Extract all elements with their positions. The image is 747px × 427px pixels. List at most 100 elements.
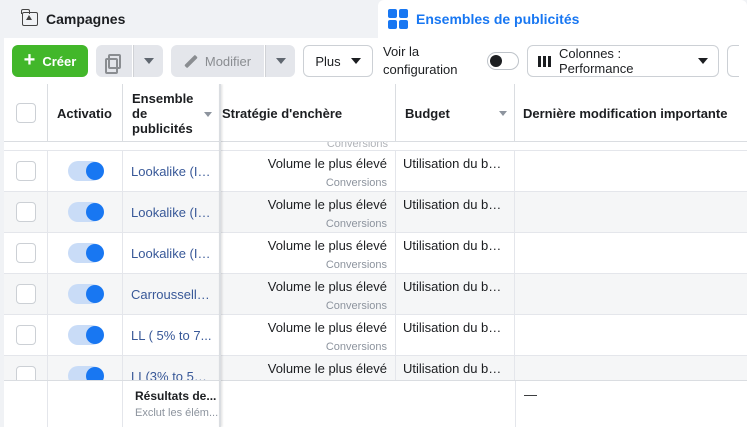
row-toggle-cell (48, 151, 123, 191)
row-checkbox-cell (4, 274, 48, 314)
preview-label-line2: configuration (383, 62, 458, 77)
header-adset-name[interactable]: Ensemble de publicités (123, 84, 220, 142)
more-button-label: Plus (315, 53, 341, 69)
footer-checkbox-spacer (4, 381, 48, 427)
footer-results-label: Résultats de... (135, 389, 217, 403)
table-row[interactable]: Lookalike (IT... Volume le plus élevé Con… (4, 233, 747, 274)
edit-dropdown-button[interactable] (265, 45, 295, 77)
toggle-knob (86, 326, 104, 344)
sort-icon[interactable] (204, 112, 212, 117)
adset-name-link[interactable]: Lookalike (IT... (123, 192, 219, 232)
adset-name: LL ( 5% to 7... (131, 327, 212, 343)
tab-campaigns[interactable]: Campagnes (0, 0, 372, 38)
budget-cell: Utilisation du bu... (396, 233, 515, 273)
budget-value: Utilisation du bu... (403, 279, 503, 294)
footer-last-change-value: — (524, 387, 537, 402)
toolbar-overflow-button[interactable] (727, 45, 739, 77)
create-button[interactable]: + Créer (12, 45, 88, 77)
create-button-label: Créer (42, 53, 77, 69)
activation-toggle[interactable] (68, 243, 104, 263)
budget-value: Utilisation du bu... (403, 361, 503, 376)
bid-strategy-cell: Volume le plus élevé Conversions (220, 233, 396, 273)
header-budget[interactable]: Budget (396, 84, 515, 142)
budget-cell: Utilisation du bu... (396, 192, 515, 232)
header-budget-label: Budget (405, 105, 450, 121)
header-activation[interactable]: Activatio (48, 84, 123, 142)
row-checkbox[interactable] (15, 284, 36, 304)
partial-row: Conversions (4, 142, 747, 151)
row-toggle-cell (48, 192, 123, 232)
table-row[interactable]: Carrousselle... Volume le plus élevé Conv… (4, 274, 747, 315)
bid-strategy-value: Volume le plus élevé (267, 197, 387, 212)
row-toggle-cell (48, 233, 123, 273)
sort-icon[interactable] (499, 111, 507, 116)
preview-setup-toggle[interactable] (487, 52, 519, 70)
row-checkbox[interactable] (15, 161, 36, 181)
more-button[interactable]: Plus (303, 45, 373, 77)
bid-strategy-value: Volume le plus élevé (267, 238, 387, 253)
edit-button[interactable]: Modifier (171, 45, 264, 77)
preview-setup-label: Voir la configuration (383, 43, 475, 79)
activation-toggle[interactable] (68, 161, 104, 181)
pencil-icon (184, 55, 197, 68)
select-all-checkbox[interactable] (15, 103, 36, 123)
adset-name: Lookalike (IT... (131, 245, 213, 261)
columns-dropdown-label: Colonnes : Performance (559, 46, 634, 76)
activation-toggle[interactable] (68, 284, 104, 304)
table-row[interactable]: Lookalike (IT... Volume le plus élevé Con… (4, 151, 747, 192)
frozen-column-divider[interactable] (219, 84, 221, 427)
toggle-knob (490, 55, 502, 67)
row-toggle-cell (48, 315, 123, 355)
duplicate-button[interactable] (96, 45, 132, 77)
row-checkbox[interactable] (15, 325, 36, 345)
adsets-table: Activatio Ensemble de publicités Stratég… (4, 84, 747, 427)
folder-icon (21, 9, 38, 26)
toggle-knob (86, 162, 104, 180)
toggle-knob (86, 203, 104, 221)
columns-icon (538, 55, 551, 67)
header-activation-label: Activatio (57, 105, 112, 121)
tab-campaigns-label: Campagnes (46, 11, 126, 27)
bid-strategy-cell: Volume le plus élevé Conversions (220, 315, 396, 355)
adset-name: Carrousselle... (131, 286, 213, 302)
toggle-knob (86, 285, 104, 303)
table-row[interactable]: Lookalike (IT... Volume le plus élevé Con… (4, 192, 747, 233)
bid-strategy-sub: Conversions (325, 259, 387, 271)
plus-icon: + (23, 49, 36, 71)
adset-name-link[interactable]: Lookalike (IT... (123, 233, 219, 273)
bid-strategy-cell: Volume le plus élevé Conversions (220, 192, 396, 232)
budget-value: Utilisation du bu... (403, 320, 503, 335)
columns-dropdown[interactable]: Colonnes : Performance (527, 45, 719, 77)
footer-excluded-label: Exclut les élém... (135, 407, 219, 419)
row-checkbox[interactable] (15, 243, 36, 263)
adset-name-link[interactable]: Lookalike (IT... (123, 151, 219, 191)
bid-strategy-sub: Conversions (325, 300, 387, 312)
edit-button-label: Modifier (204, 53, 252, 69)
activation-toggle[interactable] (68, 202, 104, 222)
activation-toggle[interactable] (68, 325, 104, 345)
tab-adsets-label: Ensembles de publicités (416, 11, 580, 27)
budget-value: Utilisation du bu... (403, 238, 503, 253)
adset-name: Lookalike (IT... (131, 163, 213, 179)
row-checkbox[interactable] (15, 202, 36, 222)
bid-strategy-cell: Volume le plus élevé Conversions (220, 274, 396, 314)
chevron-down-icon (350, 58, 361, 64)
grid-icon (388, 9, 408, 29)
budget-value: Utilisation du bu... (403, 197, 503, 212)
table-row[interactable]: LL ( 5% to 7... Volume le plus élevé Conv… (4, 315, 747, 356)
tab-adsets[interactable]: Ensembles de publicités (378, 0, 747, 38)
chevron-down-icon (143, 58, 154, 64)
adset-name-link[interactable]: LL ( 5% to 7... (123, 315, 219, 355)
partial-row-strategy-sub: Conversions (326, 142, 388, 150)
budget-cell: Utilisation du bu... (396, 151, 515, 191)
duplicate-dropdown-button[interactable] (133, 45, 163, 77)
adset-name-link[interactable]: Carrousselle... (123, 274, 219, 314)
budget-value: Utilisation du bu... (403, 156, 503, 171)
header-last-change[interactable]: Dernière modification importante (515, 84, 747, 142)
footer-toggle-spacer (48, 381, 123, 427)
header-bid-strategy[interactable]: Stratégie d'enchère (220, 84, 396, 142)
header-adset-line2: de (132, 105, 148, 121)
bid-strategy-value: Volume le plus élevé (267, 320, 387, 335)
bid-strategy-value: Volume le plus élevé (267, 361, 387, 376)
bid-strategy-value: Volume le plus élevé (267, 156, 387, 171)
